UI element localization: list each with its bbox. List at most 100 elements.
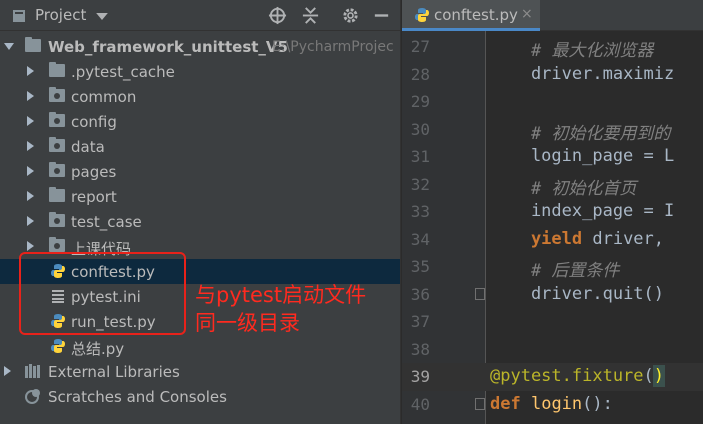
code-token: # 后置条件 [490, 261, 620, 281]
tree-folder-row[interactable]: common [0, 84, 400, 109]
project-root-path: E:\PycharmProjec [272, 39, 394, 55]
tree-folder-row[interactable]: config [0, 109, 400, 134]
tree-item-label: 总结.py [71, 340, 125, 358]
code-line[interactable]: 32 # 初始化首页 [402, 171, 703, 199]
project-root-name: Web_framework_unittest_V5 [48, 38, 288, 56]
tree-external-libraries-row[interactable]: External Libraries [0, 359, 400, 384]
tree-folder-row[interactable]: data [0, 134, 400, 159]
tree-item-label: report [71, 188, 117, 206]
code-token: maximiz [602, 63, 675, 84]
code-text: @pytest.fixture() [490, 365, 666, 387]
tree-root-row[interactable]: Web_framework_unittest_V5 E:\PycharmProj… [0, 34, 400, 59]
python-file-icon [51, 339, 65, 353]
package-folder-icon [49, 112, 65, 127]
code-line[interactable]: 36 driver.quit() [402, 281, 703, 309]
code-editor: conftest.py × 27 # 最大化浏览器 28 driver.maxim… [402, 0, 703, 424]
line-number: 38 [410, 339, 430, 359]
code-line[interactable]: 35 # 后置条件 [402, 253, 703, 281]
collapse-arrow-icon[interactable] [27, 241, 34, 251]
code-token: driver. [490, 283, 603, 304]
code-token: () [643, 283, 665, 304]
code-token: (): [582, 393, 613, 414]
code-token: login_page = L [490, 146, 675, 166]
line-number: 32 [410, 174, 430, 194]
collapse-all-icon[interactable] [301, 6, 320, 25]
tree-item-label: .pytest_cache [71, 63, 175, 81]
code-line[interactable]: 37 [402, 308, 703, 336]
project-root-folder-icon [25, 37, 41, 52]
collapse-arrow-icon[interactable] [27, 91, 34, 101]
collapse-arrow-icon[interactable] [4, 366, 11, 376]
tree-folder-row[interactable]: test_case [0, 209, 400, 234]
close-icon[interactable]: × [521, 6, 533, 22]
tree-item-label: External Libraries [48, 363, 180, 381]
line-number: 28 [410, 64, 430, 84]
expand-arrow-icon[interactable] [4, 43, 14, 50]
line-number: 36 [410, 284, 430, 304]
hide-panel-icon[interactable] [372, 6, 391, 25]
code-token: quit [602, 283, 644, 304]
code-text: yield driver, [490, 229, 664, 249]
tree-item-label: common [71, 88, 137, 106]
code-line[interactable]: 27 # 最大化浏览器 [402, 33, 703, 61]
tree-folder-row[interactable]: pages [0, 159, 400, 184]
annotation-line-2: 同一级目录 [195, 311, 300, 335]
gear-icon[interactable] [341, 6, 360, 25]
folder-icon [49, 187, 65, 202]
code-token: # 最大化浏览器 [490, 41, 654, 61]
collapse-arrow-icon[interactable] [27, 116, 34, 126]
tree-item-label: config [71, 113, 117, 131]
code-line[interactable]: 38 [402, 336, 703, 364]
code-line[interactable]: 33 index_page = I [402, 198, 703, 226]
code-token: @pytest.fixture [490, 366, 644, 386]
code-line[interactable]: 40 def login(): [402, 391, 703, 419]
annotation-highlight-box [19, 252, 186, 335]
fold-marker-icon[interactable] [475, 288, 485, 300]
scratches-icon [25, 389, 40, 404]
line-number: 31 [410, 147, 430, 166]
tab-label: conftest.py [434, 6, 518, 24]
tree-item-label: data [71, 138, 105, 156]
tree-scratches-row[interactable]: Scratches and Consoles [0, 384, 400, 409]
package-folder-icon [49, 162, 65, 177]
code-token: driver. [490, 63, 603, 84]
code-token: login [530, 393, 583, 414]
code-token: driver, [582, 228, 665, 249]
tree-item-label: pages [71, 163, 117, 181]
code-text: # 初始化首页 [490, 174, 636, 199]
annotation-line-1: 与pytest启动文件 [195, 283, 367, 307]
tab-conftest[interactable]: conftest.py × [402, 0, 540, 31]
code-text: driver.quit() [490, 284, 664, 304]
collapse-arrow-icon[interactable] [27, 191, 34, 201]
code-token: yield [490, 228, 583, 249]
tree-item-label: test_case [71, 213, 142, 231]
collapse-arrow-icon[interactable] [27, 141, 34, 151]
tree-folder-row[interactable]: report [0, 184, 400, 209]
code-line[interactable]: 34 yield driver, [402, 226, 703, 254]
line-number: 30 [410, 119, 430, 139]
collapse-arrow-icon[interactable] [27, 216, 34, 226]
fold-marker-icon[interactable] [475, 398, 485, 410]
tree-item-label: Scratches and Consoles [48, 388, 227, 406]
code-line[interactable]: 39 @pytest.fixture() [402, 363, 703, 391]
code-line[interactable]: 28 driver.maximiz [402, 61, 703, 89]
project-view-selector[interactable]: Project [0, 0, 120, 31]
annotation-text: 与pytest启动文件 同一级目录 [195, 281, 400, 337]
code-line[interactable]: 31 login_page = L [402, 143, 703, 171]
tree-folder-row[interactable]: .pytest_cache [0, 59, 400, 84]
tree-file-row[interactable]: 总结.py [0, 334, 400, 359]
line-number: 37 [410, 312, 430, 331]
code-token: ( [643, 366, 654, 386]
project-panel: Project Web_framework_unittest_V5 E:\Pyc… [0, 0, 400, 424]
collapse-arrow-icon[interactable] [27, 166, 34, 176]
line-number: 40 [410, 394, 430, 414]
code-text: index_page = I [490, 201, 674, 221]
package-folder-icon [49, 137, 65, 152]
code-line[interactable]: 29 [402, 88, 703, 116]
code-line[interactable]: 30 # 初始化要用到的 [402, 116, 703, 144]
line-number: 33 [410, 202, 430, 221]
locate-file-icon[interactable] [268, 6, 287, 25]
chevron-down-icon [96, 13, 108, 20]
package-folder-icon [49, 237, 65, 252]
collapse-arrow-icon[interactable] [27, 66, 34, 76]
